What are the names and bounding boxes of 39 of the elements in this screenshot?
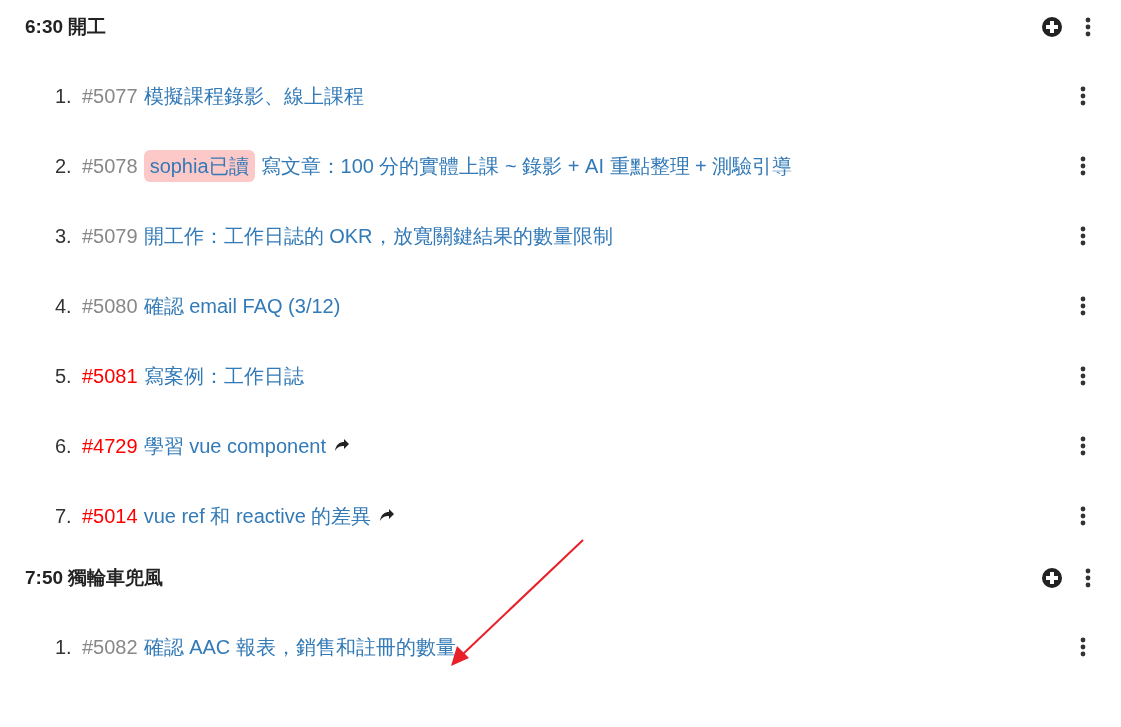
- add-icon[interactable]: [1041, 567, 1063, 589]
- task-id: #5014: [82, 504, 138, 529]
- list-number: 3.: [55, 224, 73, 249]
- list-number: 1.: [55, 84, 73, 109]
- list-number: 2.: [55, 154, 73, 179]
- list-number: 4.: [55, 294, 73, 319]
- task-id: #4729: [82, 434, 138, 459]
- task-id: #5077: [82, 84, 138, 109]
- task-id: #5079: [82, 224, 138, 249]
- task-link[interactable]: 模擬課程錄影、線上課程: [143, 80, 364, 112]
- more-options-icon[interactable]: [1085, 568, 1091, 588]
- task-link[interactable]: 確認 email FAQ (3/12): [143, 290, 341, 322]
- more-options-icon[interactable]: [1080, 366, 1086, 386]
- task-link[interactable]: 寫案例：工作日誌: [143, 360, 304, 392]
- more-options-icon[interactable]: [1080, 436, 1086, 456]
- more-options-icon[interactable]: [1080, 637, 1086, 657]
- more-options-icon[interactable]: [1080, 226, 1086, 246]
- list-number: 5.: [55, 364, 73, 389]
- list-number: 1.: [55, 635, 73, 660]
- task-link[interactable]: 學習 vue component: [143, 430, 326, 462]
- task-id: #5082: [82, 635, 138, 660]
- add-icon[interactable]: [1041, 16, 1063, 38]
- section-title: 6:30 開工: [25, 15, 108, 39]
- task-link[interactable]: vue ref 和 reactive 的差異: [143, 500, 372, 532]
- more-options-icon[interactable]: [1085, 17, 1091, 37]
- list-number: 7.: [55, 504, 73, 529]
- more-options-icon[interactable]: [1080, 296, 1086, 316]
- task-id: #5080: [82, 294, 138, 319]
- more-options-icon[interactable]: [1080, 506, 1086, 526]
- task-id: #5081: [82, 364, 138, 389]
- more-options-icon[interactable]: [1080, 86, 1086, 106]
- more-options-icon[interactable]: [1080, 156, 1086, 176]
- task-link[interactable]: 確認 AAC 報表，銷售和註冊的數量: [143, 631, 456, 663]
- read-tag: sophia已讀: [143, 150, 255, 182]
- section-title: 7:50 獨輪車兜風: [25, 566, 165, 590]
- task-link[interactable]: 開工作：工作日誌的 OKR，放寬關鍵結果的數量限制: [143, 220, 613, 252]
- list-number: 6.: [55, 434, 73, 459]
- task-id: #5078: [82, 154, 138, 179]
- task-link[interactable]: 寫文章：100 分的實體上課 ~ 錄影 + AI 重點整理 + 測驗引導: [260, 150, 793, 182]
